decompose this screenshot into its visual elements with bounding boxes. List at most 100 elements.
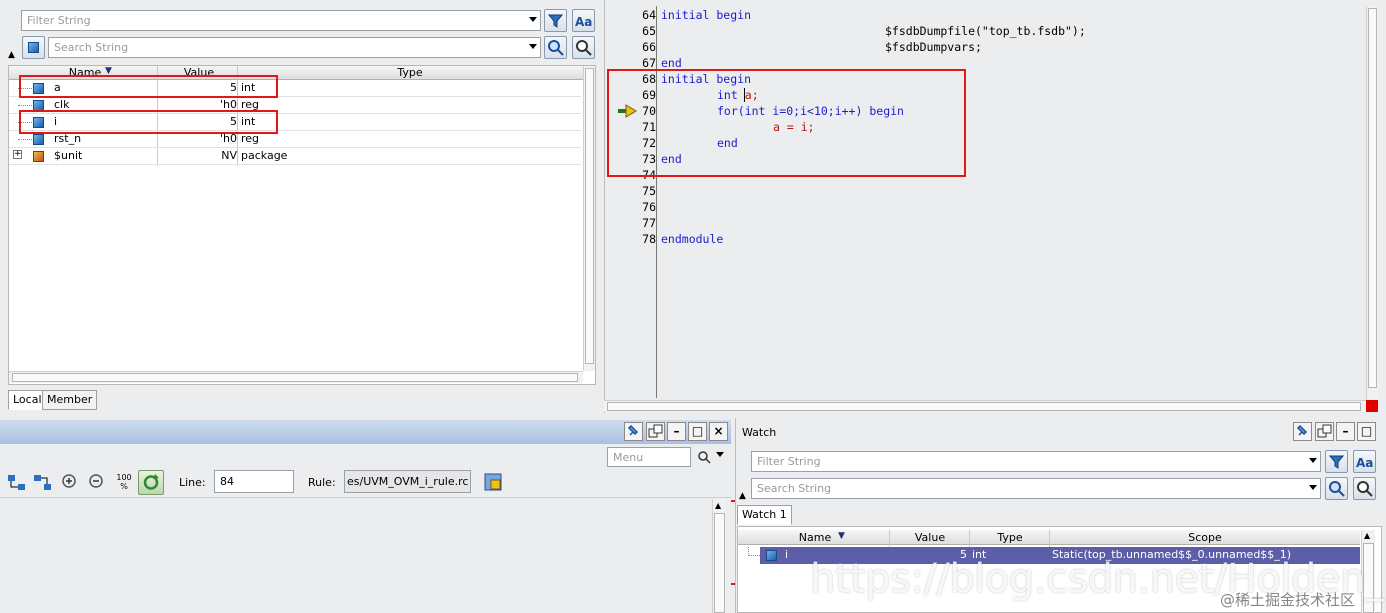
rule-input[interactable]: es/UVM_OVM_i_rule.rc <box>344 470 471 493</box>
filter-button[interactable] <box>544 9 567 32</box>
match-case-icon: Aa <box>575 15 592 29</box>
editor-horizontal-scrollbar[interactable] <box>604 400 1366 412</box>
refresh-icon <box>143 474 159 490</box>
line-number[interactable]: 77 <box>612 216 656 230</box>
match-case-button[interactable]: Aa <box>572 9 595 32</box>
match-case-icon: Aa <box>1356 456 1373 470</box>
zoom-out-icon[interactable] <box>87 472 107 492</box>
collapse-icon[interactable]: ▲ <box>739 491 746 501</box>
filter-icon <box>1328 455 1345 469</box>
expand-icon[interactable]: + <box>13 150 22 159</box>
code-text: initial begin <box>661 8 752 22</box>
code-text: $fsdbDumpfile("top_tb.fsdb"); <box>885 24 1086 38</box>
tab-watch-1[interactable]: Watch 1 <box>737 505 792 525</box>
find-button[interactable] <box>572 36 595 59</box>
scope-cube-icon <box>28 42 39 53</box>
close-button[interactable]: × <box>709 422 728 441</box>
editor-vertical-scrollbar[interactable] <box>1366 6 1378 400</box>
search-button[interactable] <box>544 36 567 59</box>
line-label: Line: <box>179 476 206 489</box>
pin-button[interactable] <box>1293 422 1312 441</box>
highlight-box <box>19 110 278 134</box>
locals-table-row[interactable]: + $unit NV package <box>9 148 581 165</box>
chevron-down-icon[interactable] <box>1309 458 1317 463</box>
watch-filter-input[interactable]: Filter String <box>751 451 1321 472</box>
bottom-left-panel-header <box>0 420 731 444</box>
tree-connector <box>18 105 32 106</box>
search-icon <box>1329 481 1345 497</box>
chevron-down-icon[interactable] <box>1309 485 1317 490</box>
refresh-button[interactable] <box>138 470 164 495</box>
menu-input[interactable]: Menu <box>607 447 691 467</box>
rule-settings-icon[interactable] <box>483 472 503 492</box>
line-number[interactable]: 65 <box>612 24 656 38</box>
find-button[interactable] <box>1353 477 1376 500</box>
variable-icon <box>766 550 777 561</box>
match-case-button[interactable]: Aa <box>1353 450 1376 473</box>
sort-chevron-icon: ▼ <box>838 531 845 541</box>
line-number[interactable]: 76 <box>612 200 656 214</box>
filter-icon <box>547 14 564 28</box>
line-input[interactable]: 84 <box>214 470 294 493</box>
line-number[interactable]: 66 <box>612 40 656 54</box>
code-line[interactable]: initial begin <box>661 8 751 22</box>
bottom-left-scrollbar[interactable]: ▲ <box>712 499 726 613</box>
source-editor <box>604 0 1386 413</box>
code-text: endmodule <box>661 232 724 246</box>
watch-search-input[interactable]: Search String <box>751 478 1321 499</box>
locals-cell-value: NV <box>221 149 237 162</box>
rule-label: Rule: <box>308 476 336 489</box>
svg-text:Aa: Aa <box>1356 456 1373 470</box>
line-number[interactable]: 75 <box>612 184 656 198</box>
chevron-down-icon[interactable] <box>529 44 537 49</box>
locals-search-input[interactable]: Search String <box>48 37 541 58</box>
chevron-down-icon[interactable] <box>529 17 537 22</box>
minimize-button[interactable]: – <box>1336 422 1355 441</box>
line-number[interactable]: 64 <box>612 8 656 22</box>
locals-cell-name: $unit <box>54 149 83 162</box>
zoom-100-button[interactable]: 100 % <box>113 473 135 491</box>
line-number-gutter-divider <box>656 6 657 398</box>
undock-button[interactable] <box>646 422 665 441</box>
filter-button[interactable] <box>1325 450 1348 473</box>
search-icon[interactable] <box>696 449 712 465</box>
highlight-box <box>19 75 278 98</box>
highlight-box <box>607 69 966 177</box>
line-number[interactable]: 78 <box>612 232 656 246</box>
code-line[interactable]: endmodule <box>661 232 723 246</box>
locals-filter-input[interactable]: Filter String <box>21 10 541 31</box>
pin-icon <box>627 424 639 436</box>
locals-vertical-scrollbar[interactable] <box>583 66 595 371</box>
package-icon <box>33 151 44 162</box>
locals-horizontal-scrollbar[interactable] <box>9 371 583 383</box>
chevron-down-icon[interactable] <box>716 452 724 457</box>
zoom-in-icon[interactable] <box>60 472 80 492</box>
code-line[interactable]: end <box>661 56 682 70</box>
bottom-left-content <box>0 499 712 613</box>
maximize-button[interactable]: □ <box>1357 422 1376 441</box>
watch-column-type-header[interactable]: Type <box>970 531 1050 544</box>
code-line[interactable]: $fsdbDumpvars; <box>885 40 982 54</box>
minimize-button[interactable]: – <box>667 422 686 441</box>
watch-column-scope-header[interactable]: Scope <box>1050 531 1360 544</box>
maximize-button[interactable]: □ <box>688 422 707 441</box>
watch-column-value-header[interactable]: Value <box>890 531 970 544</box>
pin-button[interactable] <box>624 422 643 441</box>
tree-connector <box>18 139 32 140</box>
tab-member[interactable]: Member <box>42 390 98 410</box>
status-indicator <box>1366 400 1378 412</box>
watch-title: Watch <box>742 426 777 439</box>
hierarchy-down-icon[interactable] <box>32 472 54 494</box>
collapse-icon[interactable]: ▲ <box>8 50 15 60</box>
scope-button[interactable] <box>22 36 45 59</box>
hierarchy-up-icon[interactable] <box>6 472 28 494</box>
undock-button[interactable] <box>1315 422 1334 441</box>
undock-icon <box>648 424 663 438</box>
code-line[interactable]: $fsdbDumpfile("top_tb.fsdb"); <box>885 24 1086 38</box>
search-button[interactable] <box>1325 477 1348 500</box>
pin-icon <box>1296 424 1308 436</box>
line-number[interactable]: 67 <box>612 56 656 70</box>
column-type-header[interactable]: Type <box>240 66 580 79</box>
tab-local[interactable]: Local <box>8 390 47 410</box>
variable-icon <box>33 134 44 145</box>
